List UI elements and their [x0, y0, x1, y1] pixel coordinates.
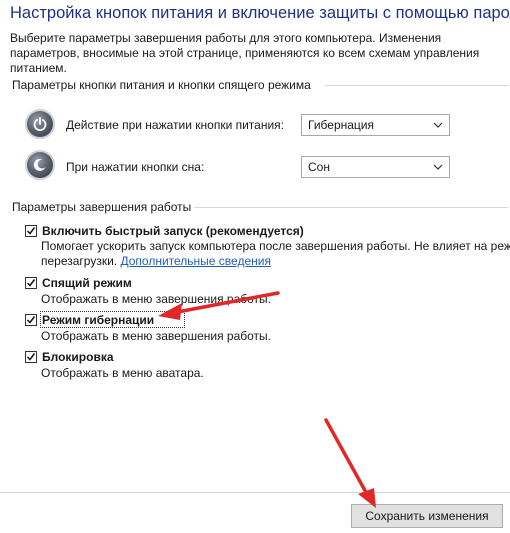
power-button-label: Действие при нажатии кнопки питания:: [66, 118, 285, 132]
page-title: Настройка кнопок питания и включение защ…: [10, 4, 510, 22]
lock-checkbox[interactable]: [25, 351, 37, 363]
fast-startup-description: Помогает ускорить запуск компьютера посл…: [41, 239, 510, 253]
fast-startup-description-line2: перезагрузки. Дополнительные сведения: [41, 254, 271, 269]
hibernate-checkbox[interactable]: [25, 314, 37, 326]
checkmark-icon: [26, 227, 36, 235]
power-section-title: Параметры кнопки питания и кнопки спящег…: [12, 78, 311, 92]
power-section-divider: [325, 85, 508, 86]
sleep-button-icon: [27, 152, 53, 178]
fast-startup-description-end: перезагрузки.: [41, 254, 118, 268]
footer-divider: [0, 492, 510, 493]
power-button-action-select[interactable]: Гибернация: [301, 114, 450, 136]
shutdown-section-divider: [194, 207, 508, 208]
chevron-down-icon: [433, 122, 443, 128]
lock-description: Отображать в меню аватара.: [41, 366, 204, 380]
lock-label: Блокировка: [42, 350, 114, 364]
checkmark-icon: [26, 353, 36, 361]
sleep-description: Отображать в меню завершения работы.: [41, 292, 272, 306]
more-info-link[interactable]: Дополнительные сведения: [120, 254, 270, 268]
checkmark-icon: [26, 316, 36, 324]
power-button-icon: [27, 111, 53, 137]
sleep-button-action-select[interactable]: Сон: [301, 156, 450, 178]
sleep-label: Спящий режим: [42, 276, 132, 290]
intro-text: Выберите параметры завершения работы для…: [10, 31, 480, 75]
shutdown-section-title: Параметры завершения работы: [12, 200, 192, 214]
sleep-button-action-value: Сон: [308, 160, 330, 174]
checkmark-icon: [26, 279, 36, 287]
chevron-down-icon: [433, 164, 443, 170]
save-changes-button[interactable]: Сохранить изменения: [351, 504, 503, 528]
sleep-button-label: При нажатии кнопки сна:: [66, 160, 205, 174]
hibernate-label: Режим гибернации: [42, 313, 155, 327]
fast-startup-label: Включить быстрый запуск (рекомендуется): [42, 224, 304, 238]
fast-startup-checkbox[interactable]: [25, 225, 37, 237]
arrow-to-save-icon: [324, 418, 376, 508]
sleep-checkbox[interactable]: [25, 277, 37, 289]
hibernate-description: Отображать в меню завершения работы.: [41, 329, 272, 343]
power-button-action-value: Гибернация: [308, 118, 374, 132]
